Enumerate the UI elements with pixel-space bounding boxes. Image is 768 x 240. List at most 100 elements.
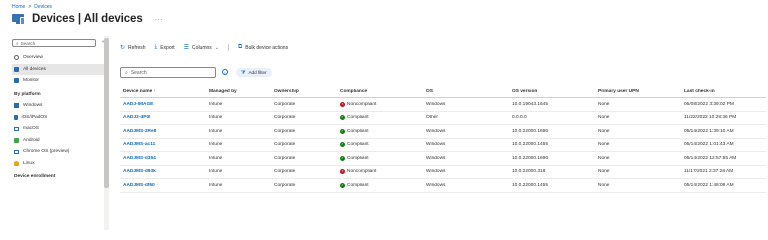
table-row[interactable]: AADJMS-d93k Intune Corporate × Noncompliant W… [120, 166, 766, 179]
compliance-cell: ✓ Compliant [337, 142, 423, 148]
chevron-down-icon: ⌄ [214, 44, 219, 51]
sidebar-item-overview[interactable]: Overview [12, 52, 104, 64]
bulk-actions-label: Bulk device actions [245, 44, 289, 51]
compliance-status: × Noncompliant [340, 169, 377, 175]
sidebar-item-label: Linux [23, 160, 35, 166]
compliance-cell: × Noncompliant [337, 169, 423, 175]
sidebar-item-all-devices[interactable]: All devices [12, 63, 104, 75]
sidebar-item-label: Android [23, 137, 40, 143]
managed-by-cell: Intune [209, 155, 223, 161]
column-header-device-name[interactable]: Device name ↑ [120, 89, 206, 94]
check-circle-icon: ✓ [340, 115, 345, 121]
table-row[interactable]: AADJMS-d354 Intune Corporate ✓ Compliant Wind… [120, 152, 766, 166]
add-filter-label: Add filter [248, 70, 267, 75]
device-name-link[interactable]: AADJMS-d354 [120, 156, 206, 161]
breadcrumb-separator: > [28, 4, 32, 10]
managed-by-cell: Intune [209, 169, 223, 175]
device-name-link[interactable]: AADJ-IMAGE [120, 102, 206, 107]
compliance-label: Noncompliant [347, 101, 377, 107]
search-input[interactable]: ⌕ Search [120, 67, 216, 78]
column-header-os[interactable]: OS [423, 89, 509, 94]
device-name-link[interactable]: AADJMS-d93k [120, 169, 206, 174]
search-placeholder: Search [130, 69, 147, 76]
search-icon: ⌕ [125, 69, 128, 76]
sidebar-item-android[interactable]: Android [12, 135, 104, 147]
mac-icon [14, 126, 19, 131]
add-filter-button[interactable]: ⧩ Add filter [236, 68, 272, 77]
sidebar-search-input[interactable]: ⌕ Search [12, 39, 96, 47]
more-options-icon[interactable]: ··· [155, 15, 163, 24]
devices-table: Device name ↑ Managed by Ownership Compl… [120, 86, 766, 193]
column-header-os-version[interactable]: OS version [509, 89, 595, 94]
column-header-primary-user-upn[interactable]: Primary user UPN [595, 89, 681, 94]
search-icon: ⌕ [16, 40, 19, 46]
compliance-label: Noncompliant [347, 169, 377, 175]
sidebar-item-macos[interactable]: macOS [12, 123, 104, 135]
column-header-last-check-in[interactable]: Last check-in [681, 89, 766, 94]
linux-icon [14, 160, 19, 166]
device-name-link[interactable]: AADJ3-dP0l [120, 115, 206, 120]
primary-user-cell: None [598, 169, 610, 175]
sidebar-item-ios[interactable]: iOS/iPadOS [12, 112, 104, 124]
sidebar-nav: Overview All devices Monitor By platform… [12, 52, 104, 183]
table-row[interactable]: AADJ-IMAGE Intune Corporate × Noncompliant Wi… [120, 98, 766, 112]
table-row[interactable]: AADJMS-2Re8 Intune Corporate ✓ Compliant Wind… [120, 125, 766, 139]
compliance-cell: ✓ Compliant [337, 115, 423, 121]
sidebar-item-label: Overview [23, 55, 43, 61]
column-header-managed-by[interactable]: Managed by [206, 89, 271, 94]
sidebar-search-placeholder: Search [20, 40, 36, 46]
device-name-link[interactable]: AADJMS-ac11 [120, 142, 206, 147]
table-body: AADJ-IMAGE Intune Corporate × Noncompliant Wi… [120, 98, 766, 193]
breadcrumb-home-link[interactable]: Home [12, 4, 25, 10]
primary-user-cell: None [598, 155, 610, 161]
os-cell: Windows [426, 182, 446, 188]
compliance-cell: × Noncompliant [337, 102, 423, 107]
windows-icon [14, 103, 19, 109]
export-button[interactable]: ⤓ Export [155, 44, 175, 51]
compliance-status: ✓ Compliant [340, 129, 369, 134]
last-check-in-cell: 11/17/2021 2:37:28 AM [684, 169, 734, 175]
column-header-compliance[interactable]: Compliance [337, 89, 423, 94]
table-row[interactable]: AADJ3-dP0l Intune Corporate ✓ Compliant Other… [120, 112, 766, 125]
compliance-label: Compliant [347, 128, 369, 134]
ownership-cell: Corporate [274, 142, 296, 148]
primary-user-cell: None [598, 142, 610, 148]
sidebar-scroll-thumb[interactable] [104, 38, 109, 188]
sidebar-item-label: macOS [23, 126, 39, 132]
device-name-link[interactable]: AADJMS-df60 [120, 183, 206, 188]
column-header-ownership[interactable]: Ownership [271, 89, 337, 94]
sidebar-item-linux[interactable]: Linux [12, 158, 104, 170]
breadcrumb-devices-link[interactable]: Devices [34, 4, 52, 10]
os-cell: Windows [426, 155, 446, 161]
primary-user-cell: None [598, 128, 610, 134]
compliance-status: ✓ Compliant [340, 156, 369, 161]
os-cell: Windows [426, 142, 446, 148]
sidebar-item-windows[interactable]: Windows [12, 100, 104, 112]
table-row[interactable]: AADJMS-ac11 Intune Corporate ✓ Compliant Wind… [120, 139, 766, 152]
columns-button[interactable]: ☰ Columns ⌄ [184, 44, 219, 52]
os-version-cell: 10.0.22000.1455 [512, 182, 549, 188]
compliance-label: Compliant [347, 142, 369, 148]
last-check-in-cell: 05/14/2022 1:01:43 AM [684, 142, 734, 148]
table-row[interactable]: AADJMS-df60 Intune Corporate ✓ Compliant Wind… [120, 179, 766, 193]
toolbar: ↻ Refresh ⤓ Export ☰ Columns ⌄ ⧉ Bulk de… [120, 44, 288, 51]
compliance-cell: ✓ Compliant [337, 183, 423, 188]
os-version-cell: 10.0.22000.318 [512, 169, 546, 175]
last-check-in-cell: 05/14/2022 12:57:55 AM [684, 155, 737, 161]
sidebar: ⌕ Search « Overview All devices Monitor … [12, 36, 110, 230]
phone-icon [14, 114, 18, 120]
managed-by-cell: Intune [209, 182, 223, 188]
primary-user-cell: None [598, 101, 610, 107]
last-check-in-cell: 11/22/2022 10:28:36 PM [684, 115, 737, 121]
ownership-cell: Corporate [274, 115, 296, 121]
page-header: Devices | All devices ··· [12, 13, 163, 25]
compliance-status: ✓ Compliant [340, 142, 369, 148]
device-name-link[interactable]: AADJMS-2Re8 [120, 129, 206, 134]
bulk-device-actions-button[interactable]: ⧉ Bulk device actions [238, 44, 288, 51]
sidebar-item-monitor[interactable]: Monitor [12, 75, 104, 87]
info-icon[interactable]: i [222, 69, 228, 75]
sidebar-item-chrome-os[interactable]: Chrome OS (preview) [12, 146, 104, 158]
compliance-label: Compliant [347, 115, 369, 121]
refresh-button[interactable]: ↻ Refresh [120, 44, 146, 52]
check-circle-icon: ✓ [340, 142, 345, 148]
